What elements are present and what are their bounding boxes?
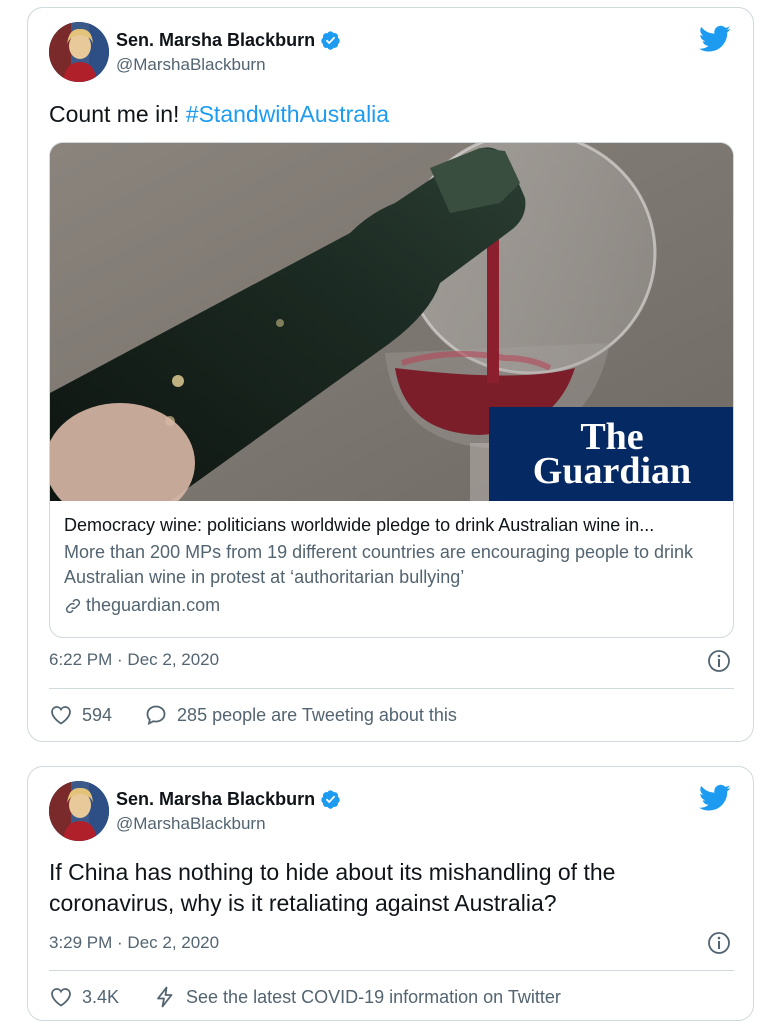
lightning-icon bbox=[157, 986, 173, 1008]
card-image[interactable]: The Guardian bbox=[50, 143, 733, 501]
like-button[interactable]: 594 bbox=[49, 703, 112, 727]
like-count: 3.4K bbox=[82, 986, 120, 1007]
covid-info-link[interactable]: See the latest COVID-19 information on T… bbox=[153, 985, 561, 1009]
timestamp[interactable]: 3:29 PM · Dec 2, 2020 bbox=[49, 933, 219, 953]
like-count: 594 bbox=[82, 704, 113, 725]
author-name[interactable]: Sen. Marsha Blackburn bbox=[116, 30, 315, 51]
author-name[interactable]: Sen. Marsha Blackburn bbox=[116, 789, 315, 810]
heart-icon bbox=[51, 988, 71, 1007]
twitter-bird-icon[interactable] bbox=[699, 25, 731, 53]
info-icon[interactable] bbox=[707, 649, 731, 673]
hashtag-link[interactable]: #StandwithAustralia bbox=[186, 101, 389, 127]
timestamp[interactable]: 6:22 PM · Dec 2, 2020 bbox=[49, 650, 219, 670]
tweeting-about-text: 285 people are Tweeting about this bbox=[177, 704, 457, 725]
comment-icon bbox=[146, 705, 166, 726]
info-icon[interactable] bbox=[707, 931, 731, 955]
link-preview-card[interactable]: The Guardian Democracy wine: politicians… bbox=[49, 142, 734, 638]
covid-info-text: See the latest COVID-19 information on T… bbox=[186, 986, 561, 1007]
tweet-text: Count me in! #StandwithAustralia bbox=[49, 101, 390, 127]
card-title[interactable]: Democracy wine: politicians worldwide pl… bbox=[64, 513, 724, 538]
divider bbox=[49, 970, 734, 971]
tweet-text: If China has nothing to hide about its m… bbox=[49, 859, 616, 916]
avatar[interactable] bbox=[49, 781, 109, 841]
author-handle[interactable]: @MarshaBlackburn bbox=[116, 814, 266, 834]
card-domain[interactable]: theguardian.com bbox=[86, 593, 220, 618]
card-description: More than 200 MPs from 19 different coun… bbox=[64, 542, 694, 587]
verified-badge-icon bbox=[321, 31, 340, 50]
twitter-bird-icon[interactable] bbox=[699, 784, 731, 812]
verified-badge-icon bbox=[321, 790, 340, 809]
divider bbox=[49, 688, 734, 689]
heart-icon bbox=[51, 706, 71, 725]
link-icon bbox=[65, 598, 81, 613]
like-button[interactable]: 3.4K bbox=[49, 985, 119, 1009]
author-handle[interactable]: @MarshaBlackburn bbox=[116, 55, 266, 75]
guardian-logo: The Guardian bbox=[489, 407, 733, 501]
tweeting-about-link[interactable]: 285 people are Tweeting about this bbox=[144, 703, 457, 727]
avatar[interactable] bbox=[49, 22, 109, 82]
tweet-card[interactable]: Sen. Marsha Blackburn @MarshaBlackburn I… bbox=[27, 766, 754, 1021]
tweet-card[interactable]: Sen. Marsha Blackburn @MarshaBlackburn C… bbox=[27, 7, 754, 742]
